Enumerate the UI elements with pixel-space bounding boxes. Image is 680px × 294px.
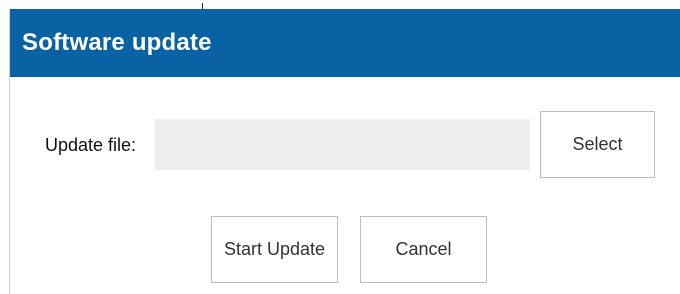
dialog-title-bar: Software update	[10, 9, 680, 77]
software-update-dialog: Software update Update file: Select Star…	[9, 9, 680, 294]
select-file-button[interactable]: Select	[540, 111, 655, 178]
start-update-button[interactable]: Start Update	[211, 216, 338, 283]
cancel-button[interactable]: Cancel	[360, 216, 487, 283]
dialog-title: Software update	[22, 29, 212, 56]
screen: Software update Update file: Select Star…	[0, 0, 680, 294]
update-file-label: Update file:	[45, 135, 137, 155]
update-file-input[interactable]	[155, 119, 530, 170]
